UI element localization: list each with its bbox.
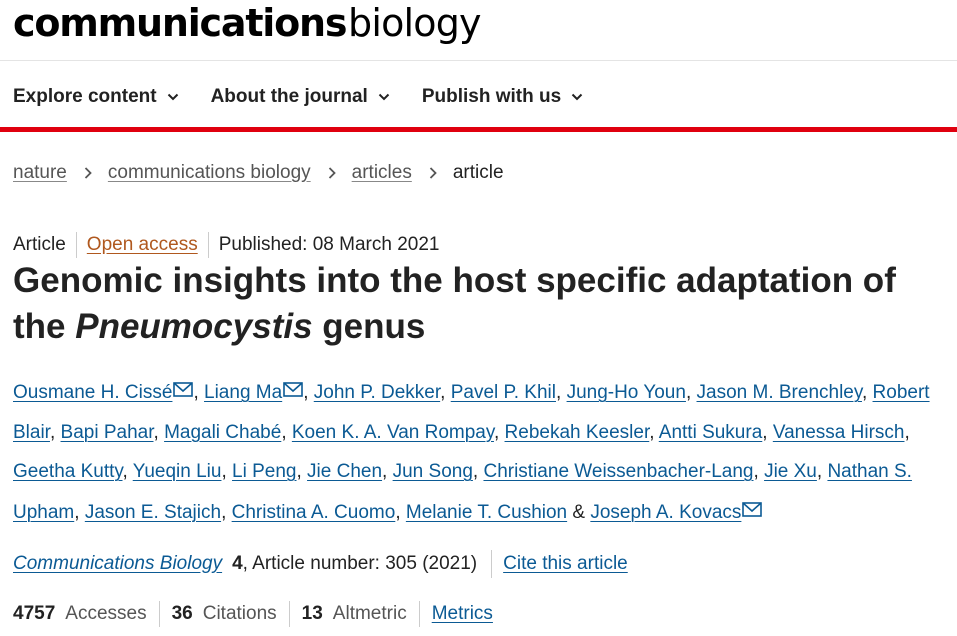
author-link[interactable]: Jason M. Brenchley — [697, 382, 862, 403]
author-link[interactable]: Rebekah Keesler — [505, 422, 650, 443]
author-link[interactable]: John P. Dekker — [314, 382, 440, 403]
article-type: Article — [13, 234, 66, 255]
author-link[interactable]: Li Peng — [232, 461, 296, 482]
title-text-end: genus — [312, 307, 426, 346]
author-link[interactable]: Geetha Kutty — [13, 461, 123, 482]
author-link[interactable]: Magali Chabé — [164, 422, 281, 443]
author-link[interactable]: Antti Sukura — [659, 422, 763, 443]
accent-bar — [0, 127, 957, 132]
chevron-right-icon — [429, 167, 437, 179]
author-link[interactable]: Koen K. A. Van Rompay — [292, 422, 494, 443]
author-link[interactable]: Liang Ma — [204, 382, 282, 403]
brand-bold: communications — [13, 1, 347, 45]
article-title: Genomic insights into the host specific … — [13, 258, 953, 350]
chevron-right-icon — [84, 167, 92, 179]
menu-publish-with-us[interactable]: Publish with us — [422, 82, 583, 112]
menu-about-journal[interactable]: About the journal — [211, 82, 390, 112]
author-link[interactable]: Yueqin Liu — [133, 461, 222, 482]
author-link[interactable]: Joseph A. Kovacs — [590, 502, 741, 523]
menu-label: Explore content — [13, 86, 157, 107]
author-link[interactable]: Vanessa Hirsch — [773, 422, 905, 443]
author-link[interactable]: Bapi Pahar — [61, 422, 154, 443]
metrics-divider — [158, 601, 160, 627]
author-link[interactable]: Jie Chen — [307, 461, 382, 482]
citation-line: Communications Biology 4 , Article numbe… — [13, 550, 628, 578]
chevron-down-icon — [571, 93, 583, 101]
accesses-count: 4757 — [13, 603, 56, 624]
accesses-label: Accesses — [65, 603, 147, 624]
breadcrumb-articles[interactable]: articles — [352, 162, 412, 184]
breadcrumb-nature[interactable]: nature — [13, 162, 67, 184]
breadcrumb: nature communications biology articles a… — [13, 162, 504, 184]
citations-label: Citations — [202, 603, 277, 624]
brand-light: biology — [348, 1, 482, 45]
journal-link[interactable]: Communications Biology — [13, 553, 222, 575]
metrics-divider — [418, 601, 420, 627]
meta-divider — [207, 232, 209, 258]
menu-label: Publish with us — [421, 86, 562, 107]
chevron-right-icon — [328, 167, 336, 179]
chevron-down-icon — [167, 93, 178, 101]
metrics-link[interactable]: Metrics — [432, 603, 493, 625]
published-date: Published: 08 March 2021 — [218, 234, 440, 255]
cite-this-article-link[interactable]: Cite this article — [503, 553, 628, 575]
altmetric-label: Altmetric — [332, 603, 407, 624]
author-link[interactable]: Jung-Ho Youn — [567, 382, 686, 403]
meta-divider — [75, 232, 77, 258]
author-link[interactable]: Melanie T. Cushion — [406, 502, 567, 523]
author-link[interactable]: Christiane Weissenbacher-Lang — [483, 461, 753, 482]
header-divider — [0, 60, 957, 61]
author-link[interactable]: Christina A. Cuomo — [232, 502, 396, 523]
metrics-bar: 4757 Accesses 36 Citations 13 Altmetric … — [13, 601, 493, 627]
volume: 4 — [232, 553, 243, 574]
author-link[interactable]: Jason E. Stajich — [85, 502, 221, 523]
citation-divider — [491, 550, 493, 578]
author-link[interactable]: Ousmane H. Cissé — [13, 382, 172, 403]
metrics-divider — [288, 601, 290, 627]
menu-label: About the journal — [210, 86, 368, 107]
title-italic: Pneumocystis — [75, 307, 313, 346]
author-list: Ousmane H. Cissé, Liang Ma, John P. Dekk… — [13, 372, 953, 532]
breadcrumb-communications-biology[interactable]: communications biology — [108, 162, 311, 184]
article-number: , Article number: 305 (2021) — [242, 553, 478, 574]
citations-count: 36 — [171, 603, 193, 624]
article-meta: Article Open access Published: 08 March … — [13, 232, 439, 258]
menu-explore-content[interactable]: Explore content — [13, 82, 179, 112]
chevron-down-icon — [378, 93, 390, 101]
author-link[interactable]: Jun Song — [393, 461, 473, 482]
altmetric-count: 13 — [301, 603, 323, 624]
author-link[interactable]: Jie Xu — [764, 461, 817, 482]
breadcrumb-current: article — [452, 162, 504, 183]
mail-icon[interactable] — [173, 372, 194, 397]
open-access-link[interactable]: Open access — [87, 234, 198, 256]
author-link[interactable]: Pavel P. Khil — [451, 382, 556, 403]
mail-icon[interactable] — [283, 372, 303, 397]
mail-icon[interactable] — [742, 492, 763, 517]
main-menu: Explore content About the journal Publis… — [13, 82, 615, 112]
